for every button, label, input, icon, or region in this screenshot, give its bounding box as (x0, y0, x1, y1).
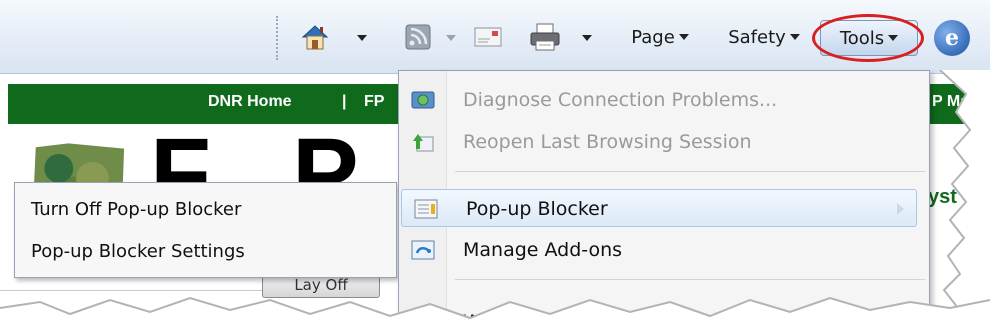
manage-addons-label: Manage Add-ons (463, 239, 623, 261)
help-icon[interactable]: e (934, 20, 970, 56)
chevron-down-icon (789, 34, 800, 40)
popup-blocker-icon (414, 199, 438, 219)
popup-blocker-item[interactable]: Pop-up Blocker (401, 189, 917, 227)
reopen-session-label: Reopen Last Browsing Session (463, 131, 752, 153)
page-menu-button[interactable]: Page (622, 20, 698, 54)
nav-link-dnr-home[interactable]: DNR Home (208, 93, 292, 111)
home-icon[interactable] (300, 22, 330, 52)
reopen-session-icon (413, 134, 434, 152)
network-diagnose-icon (411, 91, 435, 109)
menu-separator (455, 279, 925, 280)
torn-edge-bottom (0, 296, 990, 330)
help-glyph: e (945, 25, 959, 51)
feeds-icon[interactable] (405, 24, 431, 50)
manage-addons-item[interactable]: Manage Add-ons (399, 231, 929, 269)
diagnose-connection-item[interactable]: Diagnose Connection Problems... (399, 81, 929, 119)
reopen-session-item[interactable]: Reopen Last Browsing Session (399, 123, 929, 161)
feeds-dropdown-arrow[interactable] (446, 35, 456, 41)
diagnose-connection-label: Diagnose Connection Problems... (463, 89, 778, 111)
print-icon[interactable] (528, 22, 562, 52)
print-dropdown-arrow[interactable] (582, 35, 592, 41)
addons-icon (411, 240, 435, 260)
safety-menu-button[interactable]: Safety (718, 20, 810, 54)
popup-blocker-settings-item[interactable]: Pop-up Blocker Settings (31, 241, 245, 262)
chevron-down-icon (678, 34, 689, 40)
toolbar-separator (276, 16, 278, 60)
read-mail-icon[interactable] (474, 26, 504, 48)
command-bar: Page Safety Tools e (0, 0, 990, 74)
popup-blocker-submenu: Turn Off Pop-up Blocker Pop-up Blocker S… (14, 182, 397, 278)
submenu-arrow-icon (897, 203, 904, 215)
page-menu-label: Page (631, 26, 675, 48)
nav-link-fp[interactable]: FP (364, 93, 384, 111)
popup-blocker-label: Pop-up Blocker (466, 198, 608, 220)
nav-separator: | (342, 93, 347, 110)
home-dropdown-arrow[interactable] (357, 35, 367, 41)
red-highlight-circle (812, 14, 924, 62)
menu-separator (455, 171, 925, 172)
turn-off-popup-blocker-item[interactable]: Turn Off Pop-up Blocker (31, 199, 241, 220)
safety-menu-label: Safety (728, 26, 786, 48)
